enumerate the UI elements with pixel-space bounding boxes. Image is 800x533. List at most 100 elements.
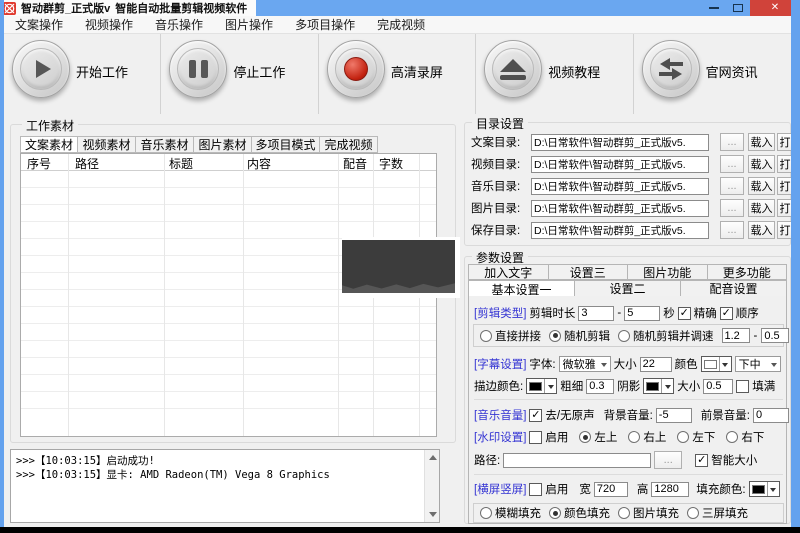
smart-size-checkbox[interactable]: ✓ xyxy=(695,454,708,467)
speed-from-input[interactable] xyxy=(722,328,750,343)
stop-work-button[interactable] xyxy=(169,40,227,98)
browse-button[interactable]: ... xyxy=(720,177,744,195)
smart-size-label: 智能大小 xyxy=(711,452,757,468)
font-color-label: 颜色 xyxy=(675,356,698,372)
image-fill-radio[interactable] xyxy=(618,507,630,519)
scroll-down-button[interactable] xyxy=(425,507,440,522)
orientation-enable-checkbox[interactable] xyxy=(529,483,542,496)
col-title[interactable]: 标题 xyxy=(169,155,193,172)
load-button[interactable]: 载入 xyxy=(748,221,775,239)
random-clip-radio[interactable] xyxy=(549,330,561,342)
log-scrollbar[interactable] xyxy=(424,450,439,522)
browse-button[interactable]: ... xyxy=(720,155,744,173)
load-button[interactable]: 载入 xyxy=(748,177,775,195)
watermark-path-input[interactable] xyxy=(503,453,651,468)
music-dir-input[interactable] xyxy=(531,178,709,195)
browse-button[interactable]: ... xyxy=(720,199,744,217)
tab-text-material[interactable]: 文案素材 xyxy=(20,136,78,153)
height-input[interactable] xyxy=(651,482,689,497)
watermark-topleft-radio[interactable] xyxy=(579,431,591,443)
blur-fill-radio[interactable] xyxy=(480,507,492,519)
font-color-select[interactable] xyxy=(701,356,732,372)
tab-voice-settings[interactable]: 配音设置 xyxy=(681,280,787,297)
save-dir-input[interactable] xyxy=(531,222,709,239)
bg-volume-input[interactable] xyxy=(656,408,692,423)
clip-from-input[interactable] xyxy=(578,306,614,321)
menu-item-video-ops[interactable]: 视频操作 xyxy=(74,16,144,33)
tab-settings-three[interactable]: 设置三 xyxy=(549,264,629,280)
col-content[interactable]: 内容 xyxy=(247,155,271,172)
subtitle-position-select[interactable]: 下中 xyxy=(735,356,781,372)
toolbar-group-start: 开始工作 xyxy=(4,34,161,114)
browse-button[interactable]: ... xyxy=(720,221,744,239)
load-button[interactable]: 载入 xyxy=(748,133,775,151)
column-divider xyxy=(68,154,69,436)
three-screen-fill-radio[interactable] xyxy=(687,507,699,519)
materials-tabs: 文案素材 视频素材 音乐素材 图片素材 多项目模式 完成视频 xyxy=(20,136,378,153)
exact-checkbox[interactable]: ✓ xyxy=(678,307,691,320)
load-button[interactable]: 载入 xyxy=(748,199,775,217)
col-wordcount[interactable]: 字数 xyxy=(379,155,403,172)
fg-volume-input[interactable] xyxy=(753,408,789,423)
load-button[interactable]: 载入 xyxy=(748,155,775,173)
random-clip-speed-radio[interactable] xyxy=(618,330,630,342)
text-dir-input[interactable] xyxy=(531,134,709,151)
watermark-bottomleft-radio[interactable] xyxy=(677,431,689,443)
speed-to-input[interactable] xyxy=(761,328,789,343)
tab-add-text[interactable]: 加入文字 xyxy=(468,264,549,280)
video-dir-input[interactable] xyxy=(531,156,709,173)
tab-basic-settings-one[interactable]: 基本设置一 xyxy=(468,280,575,297)
stroke-weight-input[interactable] xyxy=(586,379,614,394)
app-icon xyxy=(3,2,16,15)
watermark-topright-radio[interactable] xyxy=(628,431,640,443)
video-tutorial-button[interactable] xyxy=(484,40,542,98)
sequence-checkbox[interactable]: ✓ xyxy=(720,307,733,320)
clip-to-input[interactable] xyxy=(624,306,660,321)
tab-settings-two[interactable]: 设置二 xyxy=(575,280,681,297)
col-voice[interactable]: 配音 xyxy=(343,155,367,172)
window-controls: ✕ xyxy=(702,0,800,16)
toolbar-group-tutorial: 视频教程 xyxy=(476,34,633,114)
watermark-bottomright-radio[interactable] xyxy=(726,431,738,443)
direct-join-radio[interactable] xyxy=(480,330,492,342)
scroll-up-button[interactable] xyxy=(425,450,440,465)
stroke-row: 描边颜色: 粗细 阴影 大小 填满 xyxy=(469,377,786,395)
tab-multiproject-mode[interactable]: 多项目模式 xyxy=(252,136,320,153)
button-face xyxy=(177,48,219,90)
col-path[interactable]: 路径 xyxy=(75,155,99,172)
tab-more-functions[interactable]: 更多功能 xyxy=(708,264,788,280)
tab-finished-video[interactable]: 完成视频 xyxy=(320,136,378,153)
official-news-button[interactable] xyxy=(642,40,700,98)
menu-item-text-ops[interactable]: 文案操作 xyxy=(4,16,74,33)
start-work-button[interactable] xyxy=(12,40,70,98)
maximize-button[interactable] xyxy=(726,0,750,16)
menu-item-image-ops[interactable]: 图片操作 xyxy=(214,16,284,33)
tab-image-functions[interactable]: 图片功能 xyxy=(628,264,708,280)
watermark-enable-checkbox[interactable] xyxy=(529,431,542,444)
fill-checkbox[interactable] xyxy=(736,380,749,393)
mute-original-checkbox[interactable]: ✓ xyxy=(529,409,542,422)
image-dir-input[interactable] xyxy=(531,200,709,217)
menu-item-multiproject-ops[interactable]: 多项目操作 xyxy=(284,16,366,33)
tab-music-material[interactable]: 音乐素材 xyxy=(136,136,194,153)
button-face xyxy=(20,48,62,90)
menu-item-finished-video[interactable]: 完成视频 xyxy=(366,16,436,33)
fill-color-select[interactable] xyxy=(749,481,780,497)
watermark-browse-button[interactable]: ... xyxy=(654,451,682,469)
browse-button[interactable]: ... xyxy=(720,133,744,151)
tab-image-material[interactable]: 图片素材 xyxy=(194,136,252,153)
font-select[interactable]: 微软雅 xyxy=(559,356,611,372)
font-size-input[interactable] xyxy=(640,357,672,372)
shadow-color-select[interactable] xyxy=(643,378,674,394)
button-face xyxy=(335,48,377,90)
color-fill-radio[interactable] xyxy=(549,507,561,519)
volume-row: [音乐音量] ✓ 去/无原声 背景音量: 前景音量: xyxy=(469,406,786,424)
menu-item-music-ops[interactable]: 音乐操作 xyxy=(144,16,214,33)
stroke-color-select[interactable] xyxy=(526,378,557,394)
hd-record-button[interactable] xyxy=(327,40,385,98)
col-index[interactable]: 序号 xyxy=(27,155,51,172)
tab-video-material[interactable]: 视频素材 xyxy=(78,136,136,153)
minimize-button[interactable] xyxy=(702,0,726,16)
width-input[interactable] xyxy=(594,482,628,497)
shadow-size-input[interactable] xyxy=(703,379,733,394)
